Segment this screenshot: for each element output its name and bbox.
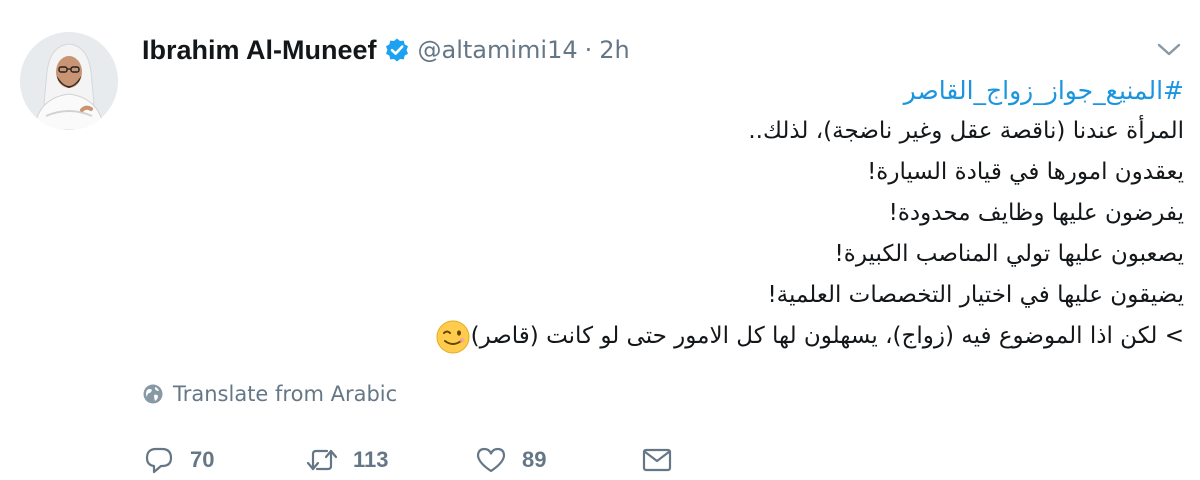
tweet-text: #المنيع_جواز_زواج_القاصر المرأة عندنا (ن… — [174, 70, 1184, 357]
reply-button[interactable]: 70 — [142, 440, 214, 480]
tweet-card: Ibrahim Al-Muneef @altamimi14 · 2h #المن… — [0, 0, 1200, 479]
like-button[interactable]: 89 — [474, 440, 546, 480]
retweet-button[interactable]: 113 — [305, 440, 389, 480]
tweet-timestamp[interactable]: 2h — [599, 36, 629, 64]
tweet-text-line-last: > لكن اذا الموضوع فيه (زواج)، يسهلون لها… — [174, 316, 1184, 357]
verified-badge-icon — [384, 37, 410, 63]
author-handle[interactable]: @altamimi14 — [418, 36, 578, 64]
tweet-text-line: المرأة عندنا (ناقصة عقل وغير ناضجة)، لذل… — [748, 118, 1184, 144]
reply-count: 70 — [190, 447, 215, 472]
direct-message-button[interactable] — [640, 440, 674, 480]
author-display-name[interactable]: Ibrahim Al-Muneef — [142, 35, 377, 66]
envelope-icon — [642, 448, 672, 472]
tweet-text-line: يعقدون امورها في قيادة السيارة! — [867, 159, 1184, 185]
reply-icon — [145, 447, 173, 474]
heart-icon — [476, 447, 506, 473]
tweet-text-line: يضيقون عليها في اختيار التخصصات العلمية! — [767, 282, 1184, 308]
tweet-text-line: يصعبون عليها تولي المناصب الكبيرة! — [834, 241, 1184, 267]
translate-label: Translate from Arabic — [173, 382, 398, 406]
globe-icon — [143, 384, 163, 404]
winking-face-emoji-icon — [435, 319, 471, 355]
header-separator: · — [584, 36, 593, 64]
translate-link[interactable]: Translate from Arabic — [142, 376, 397, 412]
avatar-image — [20, 32, 118, 130]
retweet-count: 113 — [353, 447, 389, 472]
hashtag-link[interactable]: #المنيع_جواز_زواج_القاصر — [174, 70, 1184, 111]
tweet-text-line: يفرضون عليها وظايف محدودة! — [888, 200, 1184, 226]
like-count: 89 — [522, 447, 547, 472]
chevron-down-icon[interactable] — [1154, 40, 1184, 60]
tweet-header: Ibrahim Al-Muneef @altamimi14 · 2h — [142, 28, 630, 72]
avatar[interactable] — [20, 32, 118, 130]
retweet-icon — [306, 449, 338, 471]
tweet-text-line: > لكن اذا الموضوع فيه (زواج)، يسهلون لها… — [470, 323, 1184, 349]
